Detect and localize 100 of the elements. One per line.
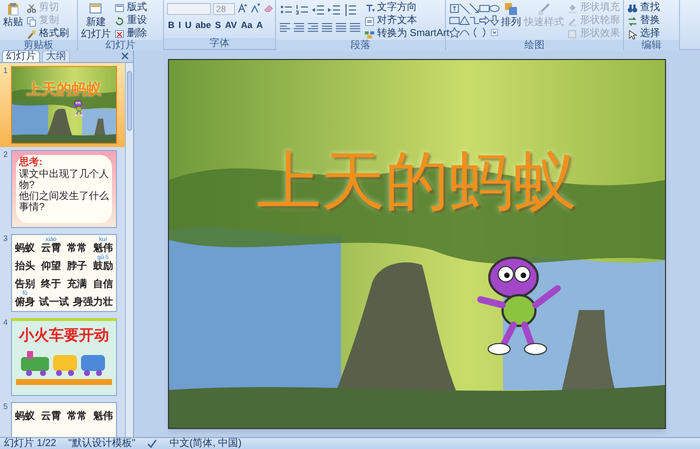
increase-indent-icon (327, 3, 341, 17)
slide-number: 4 (2, 318, 9, 328)
toolbar-button[interactable]: 粘贴 (3, 2, 23, 28)
vocabulary-word: 试一试 (39, 297, 69, 308)
slide-number: 5 (2, 402, 9, 412)
decrease-indent-icon (311, 3, 325, 17)
vocabulary-word: 云霄 (41, 243, 61, 254)
vocabulary-word: 常常 (67, 243, 87, 254)
slide-thumbnail[interactable]: 小火车要开动 (11, 318, 117, 396)
toolbar-button[interactable]: 转换为 SmartArt (364, 28, 450, 40)
smartart-icon (364, 28, 375, 40)
slide-thumbnail[interactable]: 蚂蚁 云霄 常常 魁伟 (11, 402, 117, 437)
slide-text: 他们之间发生了什么事情? (19, 191, 109, 213)
vocabulary-word: 抬头 (15, 261, 35, 272)
slide-thumbnail[interactable]: 思考: 课文中出现了几个人物? 他们之间发生了什么事情? (11, 150, 117, 228)
toolbar-button[interactable]: 重设 (114, 15, 147, 27)
effects-icon (567, 28, 578, 40)
scroll-bar[interactable] (125, 63, 133, 437)
text-box-icon (449, 3, 460, 14)
format-button[interactable]: A (255, 18, 264, 30)
eraser-icon (263, 3, 274, 14)
justify-icon (321, 20, 333, 34)
group-label: 剪贴板 (0, 40, 77, 51)
curve-icon (459, 27, 470, 38)
group-label: 绘图 (446, 40, 623, 51)
status-slide-number: 幻灯片 1/22 (4, 438, 56, 449)
ant-character-drawing (70, 99, 88, 117)
vocabulary-word: 终于 (41, 279, 61, 290)
toolbar-button[interactable]: 对齐文本 (364, 15, 450, 27)
toolbar-button[interactable]: 选择 (627, 28, 660, 40)
format-button[interactable]: abe (194, 18, 212, 30)
panel-tab[interactable]: 幻灯片 (2, 50, 40, 62)
copy-icon (26, 16, 37, 26)
spell-check-icon[interactable] (147, 438, 158, 448)
delete-icon (114, 28, 125, 40)
slide-text: 课文中出现了几个人物? (19, 169, 109, 191)
vocabulary-word: 俯身 (15, 297, 35, 308)
vocabulary-word: 鼓励 (93, 261, 113, 272)
vocabulary-word: 常常 (67, 411, 87, 422)
line-spacing-icon (343, 3, 357, 17)
toolbar-button[interactable]: 替换 (627, 15, 660, 27)
slide-heading: 思考: (19, 157, 44, 168)
toolbar-button[interactable]: 版式 (114, 2, 147, 14)
align-text-icon (364, 16, 375, 26)
format-button[interactable]: I (178, 18, 182, 30)
distributed-icon (335, 20, 347, 34)
panel-tab[interactable]: 大纲 (42, 50, 70, 62)
columns-icon (349, 20, 361, 34)
paint-bucket-icon (567, 2, 578, 14)
vocabulary-word: 蚂蚁 (15, 243, 35, 254)
vocabulary-word: 脖子 (67, 261, 87, 272)
vocabulary-word: 魁伟 (93, 243, 113, 254)
vocabulary-word: 仰望 (41, 261, 61, 272)
format-button[interactable]: S (214, 18, 222, 30)
elbow-connector-icon (469, 15, 480, 26)
clipboard-icon (6, 2, 20, 16)
down-arrow-icon (489, 15, 500, 26)
grow-font-icon (237, 3, 248, 14)
group-label: 字体 (164, 38, 275, 49)
vocabulary-word: 充满 (67, 279, 87, 290)
star-icon (449, 27, 460, 38)
numbered-list-icon (295, 3, 309, 17)
quick-styles-icon (537, 2, 551, 16)
close-icon[interactable] (121, 52, 129, 60)
triangle-icon (459, 15, 470, 26)
new-slide-icon (89, 2, 103, 16)
format-button[interactable]: B (167, 18, 176, 30)
layout-icon (114, 2, 125, 14)
rectangle-icon (449, 15, 460, 26)
pen-icon (567, 16, 578, 26)
vocabulary-word: 自信 (93, 279, 113, 290)
vocabulary-word: 魁伟 (93, 411, 113, 422)
toolbar-button[interactable]: 排列 (501, 2, 521, 28)
toolbar-button[interactable]: 文字方向 (364, 2, 450, 14)
arrow-icon (469, 3, 480, 14)
arrange-icon (504, 2, 518, 16)
line-icon (459, 3, 470, 14)
more-icon (489, 27, 500, 38)
slide-title: 小火车要开动 (19, 327, 109, 345)
format-button[interactable]: U (184, 18, 193, 30)
vocabulary-word: 云霄 (41, 411, 61, 422)
group-label: 幻灯片 (78, 40, 163, 51)
reset-icon (114, 16, 125, 26)
format-button[interactable]: AV (224, 18, 238, 30)
align-center-icon (293, 20, 305, 34)
block-arrow-icon (479, 15, 490, 26)
brush-icon (26, 28, 37, 40)
format-button[interactable]: Aa (240, 18, 254, 30)
toolbar-button[interactable]: 删除 (114, 28, 147, 40)
align-left-icon (279, 20, 291, 34)
toolbar-button[interactable]: 查找 (627, 2, 660, 14)
slide-number: 2 (2, 150, 9, 160)
vocabulary-word: 蚂蚁 (15, 411, 35, 422)
shrink-font-icon (250, 3, 261, 14)
toolbar-button[interactable]: 新建 幻灯片 (81, 2, 111, 40)
slide-number: 1 (2, 66, 9, 76)
group-label: 段落 (276, 40, 445, 51)
group-label: 编辑 (624, 40, 679, 51)
toolbar-button[interactable]: 格式刷 (26, 28, 69, 40)
rectangle-icon (479, 3, 490, 14)
